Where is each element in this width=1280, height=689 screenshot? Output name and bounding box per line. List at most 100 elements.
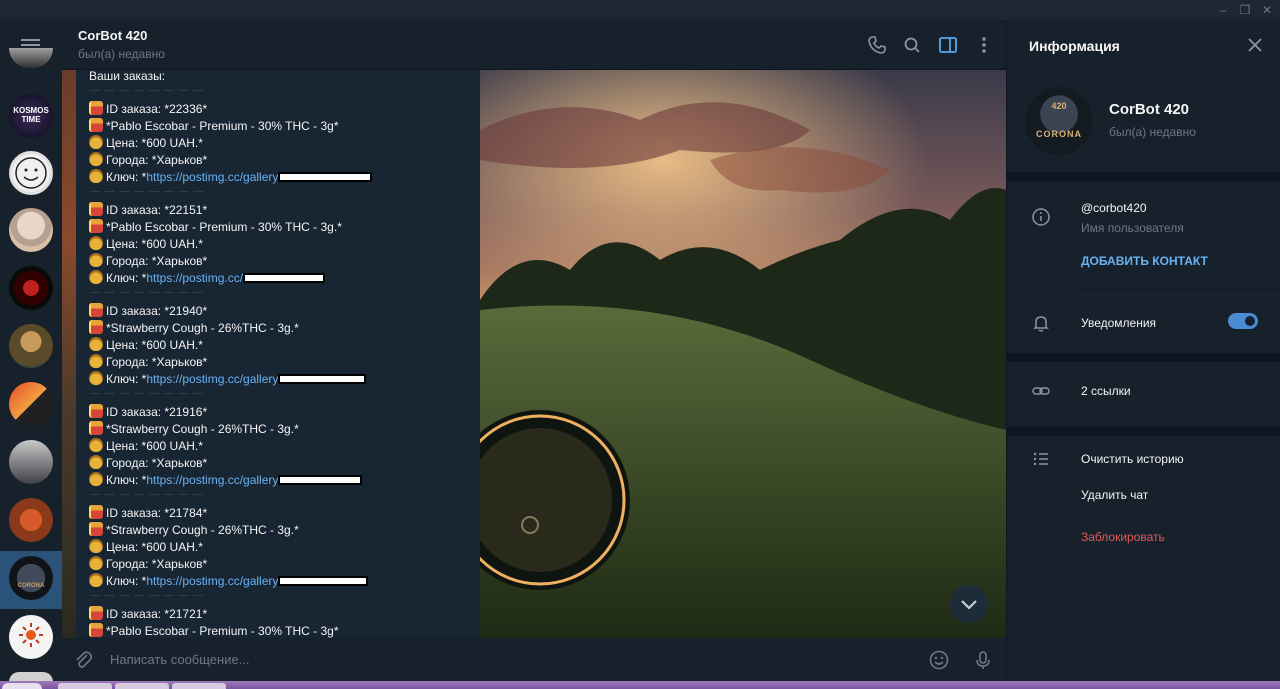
redacted-block xyxy=(278,576,369,586)
sidebar-toggle-icon[interactable] xyxy=(937,34,959,56)
window-titlebar: – ❐ ✕ xyxy=(0,0,1280,20)
money-bag-icon xyxy=(89,573,103,587)
order-city: Города: *Харьков* xyxy=(89,455,207,472)
row-divider xyxy=(1081,289,1280,290)
order-key-link[interactable]: https://postimg.cc/gallery xyxy=(146,170,278,184)
money-bag-icon xyxy=(89,236,103,250)
gift-icon xyxy=(89,404,103,418)
links-item[interactable]: 2 ссылки xyxy=(1081,384,1131,398)
order-id-text: ID заказа: *21916* xyxy=(106,405,208,419)
chat-avatar-red-eye[interactable] xyxy=(9,266,53,310)
username[interactable]: @corbot420 xyxy=(1081,201,1147,215)
order-key-link[interactable]: https://postimg.cc/gallery xyxy=(146,473,278,487)
attach-icon[interactable] xyxy=(72,649,94,671)
money-bag-icon xyxy=(89,337,103,351)
order-key-link[interactable]: https://postimg.cc/gallery xyxy=(146,372,278,386)
order-product: *Pablo Escobar - Premium - 30% THC - 3g* xyxy=(89,623,339,638)
block-button[interactable]: Заблокировать xyxy=(1081,530,1165,544)
restore-icon[interactable]: ❐ xyxy=(1234,2,1256,18)
order-product-text: *Strawberry Cough - 26%THC - 3g.* xyxy=(106,523,299,537)
order-product-text: *Pablo Escobar - Premium - 30% THC - 3g* xyxy=(106,119,339,133)
close-window-icon[interactable]: ✕ xyxy=(1256,2,1278,18)
chat-header: CorBot 420 был(а) недавно xyxy=(62,20,1006,70)
redacted-block xyxy=(243,273,326,283)
bell-icon xyxy=(1031,313,1051,333)
chat-avatar-sun[interactable] xyxy=(9,615,53,659)
separator: — — — — — — — — xyxy=(90,388,205,399)
separator: — — — — — — — — xyxy=(90,489,205,500)
notifications-toggle[interactable] xyxy=(1228,313,1258,329)
close-icon[interactable] xyxy=(1245,35,1265,55)
money-bag-icon xyxy=(89,354,103,368)
add-contact-button[interactable]: ДОБАВИТЬ КОНТАКТ xyxy=(1081,254,1208,268)
delete-chat-button[interactable]: Удалить чат xyxy=(1081,488,1148,502)
orders-header: Ваши заказы: xyxy=(89,70,166,83)
order-price-text: Цена: *600 UAH.* xyxy=(106,237,203,251)
order-key: Ключ: *https://postimg.cc/gallery xyxy=(89,472,363,489)
chat-avatar-orange[interactable] xyxy=(9,498,53,542)
order-price: Цена: *600 UAH.* xyxy=(89,337,203,354)
section-divider xyxy=(1007,172,1280,181)
money-bag-icon xyxy=(89,152,103,166)
message-input[interactable]: Написать сообщение... xyxy=(110,652,250,667)
order-product: *Pablo Escobar - Premium - 30% THC - 3g* xyxy=(89,118,339,135)
gift-icon xyxy=(89,606,103,620)
scroll-down-button[interactable] xyxy=(950,585,988,623)
order-key-label: Ключ: * xyxy=(106,372,147,386)
chat-avatar-face[interactable] xyxy=(9,151,53,195)
order-product: *Pablo Escobar - Premium - 30% THC - 3g.… xyxy=(89,219,342,236)
emoji-icon[interactable] xyxy=(928,649,950,671)
chat-wallpaper xyxy=(480,70,1006,638)
order-id: ID заказа: *21940* xyxy=(89,303,207,320)
money-bag-icon xyxy=(89,270,103,284)
gift-icon xyxy=(89,118,103,132)
taskbar-app-1[interactable] xyxy=(58,683,112,689)
info-panel-title: Информация xyxy=(1029,38,1120,54)
chat-avatar-partial[interactable] xyxy=(9,48,53,68)
order-key-link[interactable]: https://postimg.cc/ xyxy=(146,271,243,285)
phone-icon[interactable] xyxy=(866,34,888,56)
list-icon xyxy=(1031,449,1051,469)
order-city-text: Города: *Харьков* xyxy=(106,254,208,268)
redacted-block xyxy=(278,374,367,384)
chat-avatar-corbot[interactable]: CORONA xyxy=(9,556,53,600)
order-product-text: *Strawberry Cough - 26%THC - 3g.* xyxy=(106,321,299,335)
profile-avatar[interactable]: 420 CORONA xyxy=(1025,87,1093,155)
order-price: Цена: *600 UAH.* xyxy=(89,236,203,253)
taskbar-app-3[interactable] xyxy=(172,683,226,689)
info-icon xyxy=(1031,207,1051,227)
microphone-icon[interactable] xyxy=(972,649,994,671)
start-button[interactable] xyxy=(2,683,42,689)
order-price: Цена: *600 UAH.* xyxy=(89,135,203,152)
gift-icon xyxy=(89,303,103,317)
order-key-link[interactable]: https://postimg.cc/gallery xyxy=(146,574,278,588)
taskbar-app-2[interactable] xyxy=(115,683,169,689)
money-bag-icon xyxy=(89,169,103,183)
money-bag-icon xyxy=(89,135,103,149)
profile-name: CorBot 420 xyxy=(1109,101,1190,118)
chat-avatar-sunset[interactable] xyxy=(9,382,53,426)
money-bag-icon xyxy=(89,253,103,267)
minimize-icon[interactable]: – xyxy=(1212,2,1234,18)
chat-avatar-street[interactable] xyxy=(9,440,53,484)
clear-history-button[interactable]: Очистить историю xyxy=(1081,452,1184,466)
chat-avatar-partial-bottom[interactable] xyxy=(9,672,53,681)
chat-title[interactable]: CorBot 420 xyxy=(78,28,147,43)
order-key: Ключ: *https://postimg.cc/ xyxy=(89,270,326,287)
chat-avatar-kosmos[interactable]: KOSMOS TIME xyxy=(9,94,53,138)
username-caption: Имя пользователя xyxy=(1081,221,1184,235)
order-key-label: Ключ: * xyxy=(106,170,147,184)
chat-avatar-portrait[interactable] xyxy=(9,208,53,252)
link-icon xyxy=(1031,381,1051,401)
chat-messages-area: Ваши заказы: — — — — — — — — ID заказа: … xyxy=(62,70,1006,638)
order-price-text: Цена: *600 UAH.* xyxy=(106,338,203,352)
search-icon[interactable] xyxy=(901,34,923,56)
wallpaper-strip xyxy=(62,70,76,638)
gift-icon xyxy=(89,522,103,536)
order-city: Города: *Харьков* xyxy=(89,354,207,371)
chat-avatar-mona[interactable] xyxy=(9,324,53,368)
order-id: ID заказа: *21721* xyxy=(89,606,207,623)
more-options-icon[interactable] xyxy=(973,34,995,56)
order-price: Цена: *600 UAH.* xyxy=(89,438,203,455)
gift-icon xyxy=(89,219,103,233)
